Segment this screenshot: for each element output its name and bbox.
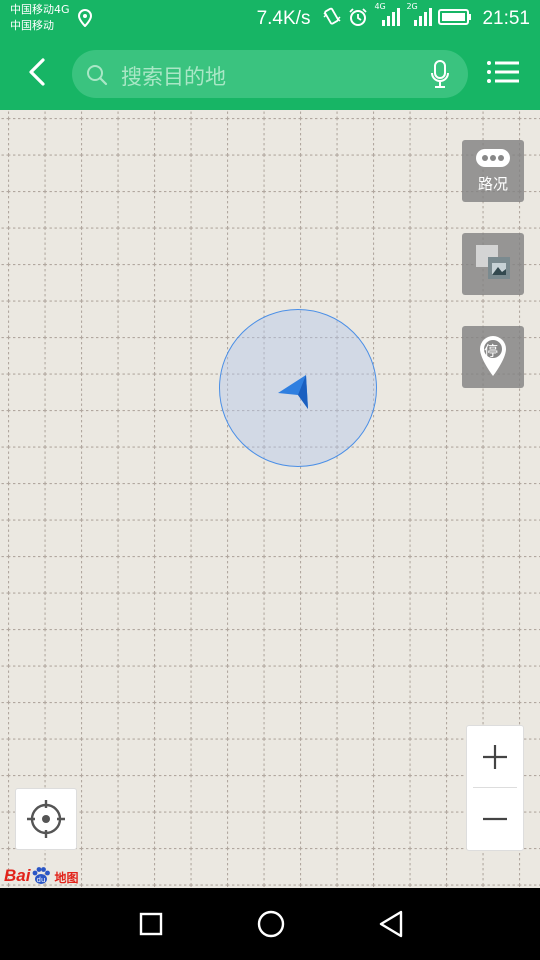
- system-nav-bar: [0, 888, 540, 960]
- status-bar: 中国移动4G 中国移动 7.4K/s 4G 2G 21:51: [0, 0, 540, 38]
- home-icon: [257, 910, 285, 938]
- carrier-2: 中国移动: [10, 19, 54, 32]
- current-location-arrow-icon: [276, 373, 312, 417]
- back-arrow-icon: [27, 57, 47, 91]
- logo-text-ditu: 地图: [54, 871, 79, 885]
- menu-button[interactable]: [486, 60, 520, 88]
- recent-apps-icon: [139, 912, 163, 936]
- system-back-button[interactable]: [371, 906, 411, 942]
- zoom-control: [466, 725, 524, 851]
- status-icons: 7.4K/s 4G 2G 21:51: [256, 2, 530, 32]
- alarm-icon: [348, 7, 368, 31]
- signal-icon: 2G: [406, 2, 433, 31]
- carrier-1: 中国移动4G: [10, 3, 70, 16]
- map-view[interactable]: 路况 停 Bai du 地图: [0, 110, 540, 888]
- carrier-info: 中国移动4G 中国移动: [10, 2, 70, 34]
- search-input[interactable]: 搜索目的地: [72, 50, 468, 98]
- search-icon: [86, 64, 108, 90]
- svg-text:du: du: [37, 876, 46, 884]
- logo-text-bai: Bai: [4, 866, 31, 885]
- locate-me-button[interactable]: [15, 788, 77, 850]
- paw-icon: du: [31, 866, 51, 886]
- location-icon: [77, 8, 93, 31]
- sim2-tech-label: 2G: [406, 2, 418, 11]
- parking-button[interactable]: 停: [462, 326, 524, 388]
- clock: 21:51: [482, 8, 530, 29]
- vibrate-icon: [322, 7, 342, 31]
- layers-icon: [476, 245, 512, 285]
- traffic-icon: [476, 149, 510, 171]
- app-header: 搜索目的地: [0, 38, 540, 110]
- sim1-tech-label: 4G: [374, 2, 386, 11]
- microphone-icon[interactable]: [430, 60, 450, 94]
- back-icon: [379, 910, 403, 938]
- plus-icon: [483, 744, 507, 769]
- baidu-map-logo: Bai du 地图: [4, 862, 78, 886]
- home-button[interactable]: [251, 906, 291, 942]
- battery-icon: [438, 8, 472, 30]
- search-placeholder: 搜索目的地: [121, 65, 226, 89]
- parking-glyph: 停: [484, 344, 498, 360]
- signal-icon: 4G: [374, 2, 401, 31]
- traffic-label: 路况: [477, 175, 508, 193]
- back-button[interactable]: [20, 56, 54, 92]
- map-grid: [0, 110, 540, 888]
- recent-apps-button[interactable]: [131, 906, 171, 942]
- menu-icon: [486, 61, 520, 88]
- layers-button[interactable]: [462, 233, 524, 295]
- network-speed: 7.4K/s: [256, 8, 311, 29]
- zoom-out-button[interactable]: [467, 788, 523, 849]
- crosshair-icon: [27, 800, 65, 838]
- zoom-in-button[interactable]: [467, 726, 523, 787]
- minus-icon: [483, 817, 507, 820]
- traffic-toggle-button[interactable]: 路况: [462, 140, 524, 202]
